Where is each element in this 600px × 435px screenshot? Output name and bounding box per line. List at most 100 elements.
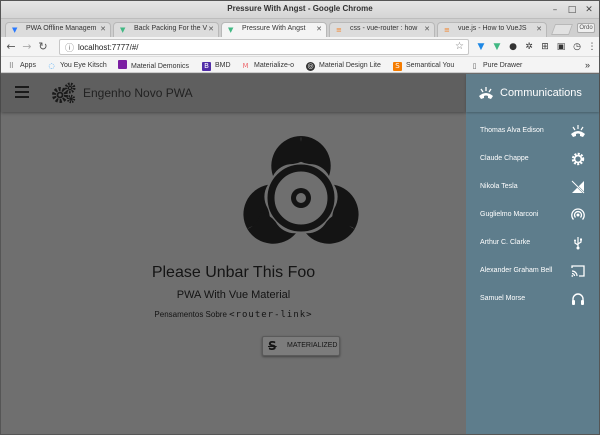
tab-label: PWA Offline Managem bbox=[26, 25, 97, 32]
bookmark-material-design-lite[interactable]: ◎ Material Design Lite bbox=[306, 60, 381, 71]
bookmark-apps[interactable]: ⠿ Apps bbox=[7, 60, 36, 71]
router-link-caption: Pensamentos Sobre <router-link> bbox=[1, 310, 466, 320]
ring-volume-icon bbox=[479, 87, 493, 99]
usb-icon bbox=[574, 237, 582, 250]
side-drawer: Communications Thomas Alva Edison Claude… bbox=[466, 74, 599, 434]
profile-button[interactable]: Ordo bbox=[577, 23, 595, 33]
bookmark-bmd[interactable]: B BMD bbox=[202, 60, 231, 71]
wifi-tethering-icon bbox=[571, 208, 585, 220]
cast-icon bbox=[571, 265, 585, 277]
extension-gear-icon[interactable]: ✲ bbox=[523, 41, 535, 53]
back-icon[interactable]: ← bbox=[5, 40, 17, 54]
page-content: Engenho Novo PWA Please Unbar This Foo P… bbox=[1, 74, 599, 434]
extension-clock-icon[interactable]: ◷ bbox=[571, 41, 583, 53]
caption-text: Pensamentos Sobre bbox=[154, 310, 227, 319]
bookmark-material-demonics[interactable]: Material Demonics bbox=[118, 60, 189, 71]
tab-strip: ▼ PWA Offline Managem ✕ ▼ Back Packing F… bbox=[1, 19, 599, 37]
materialized-button[interactable]: S MATERIALIZED bbox=[262, 336, 340, 356]
app-toolbar: Engenho Novo PWA bbox=[1, 74, 466, 112]
tab-close-icon[interactable]: ✕ bbox=[208, 25, 214, 33]
settings-icon bbox=[571, 152, 585, 166]
window-title: Pressure With Angst - Google Chrome bbox=[227, 4, 373, 13]
drawer-item-label: Thomas Alva Edison bbox=[480, 127, 544, 134]
chrome-menu-icon[interactable]: ⋮ bbox=[586, 41, 598, 53]
reload-icon[interactable]: ↻ bbox=[37, 40, 49, 54]
tab-close-icon[interactable]: ✕ bbox=[536, 25, 542, 33]
drawer-item-bell[interactable]: Alexander Graham Bell bbox=[466, 258, 599, 286]
headset-icon bbox=[572, 293, 584, 305]
materialize-icon: M bbox=[242, 62, 249, 70]
drawer-item-clarke[interactable]: Arthur C. Clarke bbox=[466, 230, 599, 258]
address-bar[interactable]: ⓘ ☆ bbox=[59, 39, 469, 55]
drawer-item-morse[interactable]: Samuel Morse bbox=[466, 286, 599, 314]
tab-css-vue-router[interactable]: ≡ css - vue-router : how ✕ bbox=[329, 22, 435, 37]
ring-volume-icon bbox=[571, 125, 585, 137]
strikethrough-s-icon: S bbox=[268, 339, 277, 353]
semantic-ui-icon: S bbox=[393, 62, 402, 71]
material-demonics-icon bbox=[118, 60, 127, 69]
caption-code: <router-link> bbox=[229, 310, 313, 320]
drawer-item-label: Claude Chappe bbox=[480, 155, 529, 162]
maximize-icon[interactable]: □ bbox=[566, 4, 578, 16]
drawer-item-label: Nikola Tesla bbox=[480, 183, 518, 190]
url-input[interactable] bbox=[78, 42, 448, 53]
extension-grid-icon[interactable]: ⊞ bbox=[539, 41, 551, 53]
favicon-blue: ▼ bbox=[12, 26, 18, 34]
drawer-item-label: Arthur C. Clarke bbox=[480, 239, 531, 246]
drawer-item-edison[interactable]: Thomas Alva Edison bbox=[466, 118, 599, 146]
tab-back-packing[interactable]: ▼ Back Packing For the V ✕ bbox=[113, 22, 219, 37]
page-icon: ▯ bbox=[472, 62, 477, 70]
bookmark-pure-drawer[interactable]: ▯ Pure Drawer bbox=[470, 60, 523, 71]
hamburger-menu-icon[interactable] bbox=[15, 86, 29, 100]
stackoverflow-icon: ≡ bbox=[336, 26, 342, 34]
tab-close-icon[interactable]: ✕ bbox=[316, 25, 322, 33]
minimize-icon[interactable]: – bbox=[549, 4, 561, 16]
drawer-item-label: Samuel Morse bbox=[480, 295, 526, 302]
materialized-label: MATERIALIZED bbox=[287, 342, 338, 349]
tab-pressure-with-angst[interactable]: ▼ Pressure With Angst ✕ bbox=[221, 22, 327, 37]
bookmarks-bar: ⠿ Apps ◌ You Eye Kitsch Material Demonics … bbox=[1, 57, 599, 73]
bookmark-materialize[interactable]: M Materialize-o bbox=[241, 60, 294, 71]
bookmark-star-icon[interactable]: ☆ bbox=[455, 41, 464, 52]
apps-grid-icon: ⠿ bbox=[8, 62, 15, 70]
stackoverflow-icon: ≡ bbox=[444, 26, 450, 34]
tab-pwa-offline[interactable]: ▼ PWA Offline Managem ✕ bbox=[5, 22, 111, 37]
mdl-icon: ◎ bbox=[306, 62, 315, 71]
title-bar: Pressure With Angst - Google Chrome – □ … bbox=[1, 1, 599, 19]
tab-label: Back Packing For the V bbox=[134, 25, 208, 32]
bookmark-you-eye-kitsch[interactable]: ◌ You Eye Kitsch bbox=[47, 60, 106, 71]
page-subheading: PWA With Vue Material bbox=[176, 289, 291, 301]
forward-icon[interactable]: → bbox=[21, 40, 33, 54]
drawer-item-marconi[interactable]: Guglielmo Marconi bbox=[466, 202, 599, 230]
bookmark-semantical-you[interactable]: S Semantical You bbox=[393, 60, 454, 71]
browser-window: Pressure With Angst - Google Chrome – □ … bbox=[0, 0, 600, 435]
signal-off-icon bbox=[571, 180, 585, 194]
vue-icon: ▼ bbox=[120, 26, 126, 34]
extension-shield-icon[interactable]: ▣ bbox=[555, 41, 567, 53]
tab-close-icon[interactable]: ✕ bbox=[100, 25, 106, 33]
github-icon[interactable]: ● bbox=[507, 41, 519, 53]
vue-icon: ▼ bbox=[228, 26, 234, 34]
drawer-item-tesla[interactable]: Nikola Tesla bbox=[466, 174, 599, 202]
browser-toolbar: ← → ↻ ⓘ ☆ ▼ ▼ ● ✲ ⊞ ▣ ◷ ⋮ bbox=[1, 37, 599, 57]
page-info-icon[interactable]: ⓘ bbox=[65, 41, 74, 54]
loading-circle-icon: ◌ bbox=[48, 62, 55, 70]
app-title: Engenho Novo PWA bbox=[83, 86, 193, 100]
bookmarks-overflow-button[interactable]: » bbox=[585, 60, 590, 71]
tab-close-icon[interactable]: ✕ bbox=[424, 25, 430, 33]
new-tab-button[interactable] bbox=[550, 24, 574, 35]
drawer-header: Communications bbox=[466, 74, 599, 112]
tab-vuejs-how-to[interactable]: ≡ vue.js - How to VueJS ✕ bbox=[437, 22, 547, 37]
drawer-item-label: Alexander Graham Bell bbox=[480, 267, 553, 274]
extension-v-icon[interactable]: ▼ bbox=[475, 41, 487, 53]
page-heading: Please Unbar This Foo bbox=[151, 264, 316, 281]
biohazard-icon bbox=[241, 136, 361, 248]
tab-label: vue.js - How to VueJS bbox=[458, 25, 527, 32]
vue-devtools-icon[interactable]: ▼ bbox=[491, 41, 503, 53]
drawer-title: Communications bbox=[500, 87, 582, 99]
drawer-item-label: Guglielmo Marconi bbox=[480, 211, 539, 218]
bootstrap-icon: B bbox=[202, 62, 211, 71]
tab-label: css - vue-router : how bbox=[350, 25, 418, 32]
close-window-icon[interactable]: ✕ bbox=[583, 4, 595, 16]
drawer-item-chappe[interactable]: Claude Chappe bbox=[466, 146, 599, 174]
